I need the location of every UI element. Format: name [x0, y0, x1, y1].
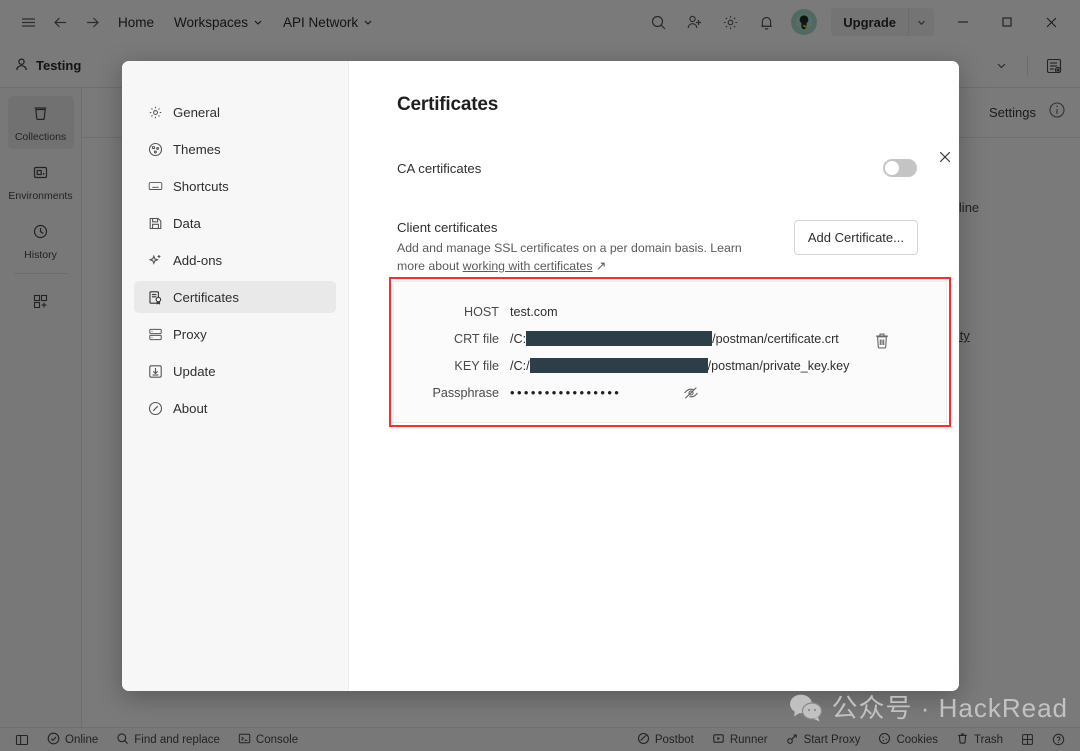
settings-nav-addons-label: Add-ons: [173, 252, 223, 268]
settings-nav-proxy[interactable]: Proxy: [134, 318, 336, 350]
settings-nav-proxy-label: Proxy: [173, 326, 207, 342]
certificate-value-key[interactable]: /C:/ /postman/private_key.key: [510, 358, 849, 373]
certificate-card: HOST test.com CRT file /C: /postman/certi…: [393, 281, 947, 423]
certificate-row-crt: CRT file /C: /postman/certificate.crt: [394, 325, 946, 352]
settings-nav-shortcuts-label: Shortcuts: [173, 178, 229, 194]
certificate-icon: [148, 290, 163, 305]
passphrase-masked-value: ••••••••••••••••: [510, 385, 622, 400]
settings-nav-themes[interactable]: Themes: [134, 133, 336, 165]
key-path-suffix: /postman/private_key.key: [707, 358, 850, 373]
working-with-certificates-link[interactable]: working with certificates: [463, 259, 593, 273]
info-circle-icon: [148, 401, 163, 416]
client-certificates-row: Client certificates Add and manage SSL c…: [397, 220, 925, 275]
delete-certificate-button[interactable]: [874, 332, 890, 355]
crt-path-prefix: /C:: [510, 331, 527, 346]
page-title: Certificates: [397, 94, 499, 115]
external-link-icon: ↗: [595, 259, 607, 273]
palette-icon: [148, 142, 163, 157]
certificate-key-host: HOST: [464, 304, 499, 319]
client-certificates-title: Client certificates: [397, 220, 498, 235]
keyboard-icon: [148, 179, 163, 194]
certificate-row-key: KEY file /C:/ /postman/private_key.key: [394, 352, 946, 379]
toggle-knob: [885, 161, 899, 175]
key-path-prefix: /C:/: [510, 358, 530, 373]
crt-path-redaction: [526, 331, 713, 346]
gear-icon: [148, 105, 163, 120]
settings-modal-nav: General Themes Shortcuts Data Add-ons Ce…: [122, 61, 349, 691]
client-certificates-description: Add and manage SSL certificates on a per…: [397, 239, 772, 275]
settings-nav-update-label: Update: [173, 363, 216, 379]
settings-nav-certificates[interactable]: Certificates: [134, 281, 336, 313]
certificate-key-key: KEY file: [454, 358, 499, 373]
client-certificates-text: Client certificates Add and manage SSL c…: [397, 220, 772, 275]
ca-certificates-label: CA certificates: [397, 160, 482, 176]
eye-off-icon[interactable]: [683, 385, 699, 401]
watermark: 公众号 · HackRead: [789, 688, 1069, 725]
settings-nav-addons[interactable]: Add-ons: [134, 244, 336, 276]
sparkle-icon: [148, 253, 163, 268]
settings-nav-about-label: About: [173, 400, 208, 416]
ca-certificates-toggle[interactable]: [883, 159, 917, 177]
settings-nav-data[interactable]: Data: [134, 207, 336, 239]
download-icon: [148, 364, 163, 379]
certificate-key-passphrase: Passphrase: [432, 385, 499, 400]
wechat-icon: [789, 692, 823, 722]
certificate-row-host: HOST test.com: [394, 298, 946, 325]
save-disk-icon: [148, 216, 163, 231]
settings-nav-certificates-label: Certificates: [173, 289, 239, 305]
ca-certificates-row: CA certificates: [397, 159, 925, 177]
settings-nav-general-label: General: [173, 104, 220, 120]
key-path-redaction: [529, 358, 708, 373]
settings-nav-data-label: Data: [173, 215, 201, 231]
app-window: Home Workspaces API Network: [0, 0, 1080, 751]
server-icon: [148, 327, 163, 342]
settings-nav-update[interactable]: Update: [134, 355, 336, 387]
settings-nav-shortcuts[interactable]: Shortcuts: [134, 170, 336, 202]
certificate-value-passphrase: ••••••••••••••••: [510, 385, 699, 401]
certificate-value-crt[interactable]: /C: /postman/certificate.crt: [510, 331, 839, 346]
settings-modal: General Themes Shortcuts Data Add-ons Ce…: [122, 61, 959, 691]
certificate-row-passphrase: Passphrase ••••••••••••••••: [394, 379, 946, 406]
add-certificate-button[interactable]: Add Certificate...: [793, 220, 918, 255]
settings-nav-about[interactable]: About: [134, 392, 336, 424]
crt-path-suffix: /postman/certificate.crt: [712, 331, 839, 346]
watermark-text: 公众号 · HackRead: [831, 693, 1068, 723]
certificate-highlight-box: HOST test.com CRT file /C: /postman/certi…: [389, 277, 951, 427]
close-icon[interactable]: [931, 143, 959, 171]
certificate-value-host[interactable]: test.com: [510, 305, 558, 319]
settings-modal-content: Certificates CA certificates Client cert…: [349, 61, 959, 691]
settings-nav-themes-label: Themes: [173, 141, 221, 157]
settings-nav-general[interactable]: General: [134, 96, 336, 128]
certificate-key-crt: CRT file: [453, 331, 499, 346]
